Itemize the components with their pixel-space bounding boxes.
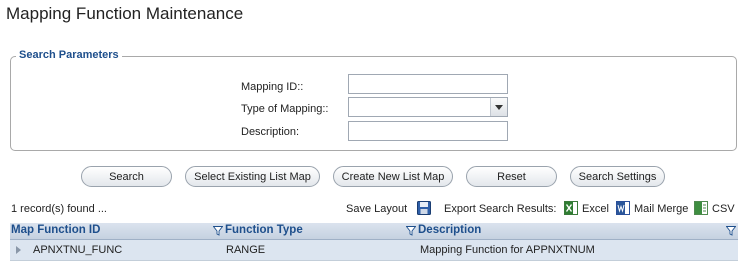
type-of-mapping-label: Type of Mapping:: — [241, 103, 329, 115]
filter-icon[interactable] — [726, 226, 736, 236]
search-settings-button[interactable]: Search Settings — [570, 166, 665, 187]
save-layout-link[interactable]: Save Layout — [346, 203, 407, 215]
export-mail-merge-link[interactable]: Mail Merge — [634, 203, 688, 215]
page-title: Mapping Function Maintenance — [6, 4, 244, 23]
chevron-down-icon[interactable] — [490, 98, 507, 116]
excel-icon[interactable] — [564, 201, 578, 215]
record-count: 1 record(s) found ... — [11, 203, 107, 215]
search-button[interactable]: Search — [81, 166, 172, 187]
column-header-function-type[interactable]: Function Type — [225, 224, 303, 236]
filter-icon[interactable] — [406, 226, 416, 236]
search-parameters-panel: Search Parameters Mapping ID:: Type of M… — [10, 49, 737, 151]
cell-description: Mapping Function for APPNXTNUM — [420, 244, 595, 256]
search-parameters-legend: Search Parameters — [16, 49, 122, 61]
expand-row-icon[interactable] — [16, 246, 21, 254]
reset-button[interactable]: Reset — [466, 166, 557, 187]
select-existing-list-map-button[interactable]: Select Existing List Map — [185, 166, 320, 187]
mapping-id-label: Mapping ID:: — [241, 81, 304, 93]
description-input[interactable] — [348, 121, 508, 141]
save-layout-icon[interactable] — [417, 201, 431, 215]
type-of-mapping-select[interactable] — [348, 97, 508, 117]
grid-header: Map Function ID Function Type Descriptio… — [10, 223, 738, 240]
description-label: Description: — [241, 126, 300, 138]
table-row[interactable]: APNXTNU_FUNC RANGE Mapping Function for … — [10, 240, 738, 261]
column-header-description[interactable]: Description — [418, 224, 481, 236]
cell-function-type: RANGE — [226, 244, 266, 256]
export-csv-link[interactable]: CSV — [712, 203, 735, 215]
cell-map-function-id: APNXTNU_FUNC — [33, 244, 123, 256]
csv-icon[interactable] — [694, 201, 708, 215]
mapping-id-input[interactable] — [348, 74, 508, 94]
filter-icon[interactable] — [213, 226, 223, 236]
export-label: Export Search Results: — [444, 203, 557, 215]
create-new-list-map-button[interactable]: Create New List Map — [333, 166, 453, 187]
word-icon[interactable] — [616, 201, 630, 215]
export-excel-link[interactable]: Excel — [582, 203, 609, 215]
column-header-map-function-id[interactable]: Map Function ID — [11, 224, 100, 236]
